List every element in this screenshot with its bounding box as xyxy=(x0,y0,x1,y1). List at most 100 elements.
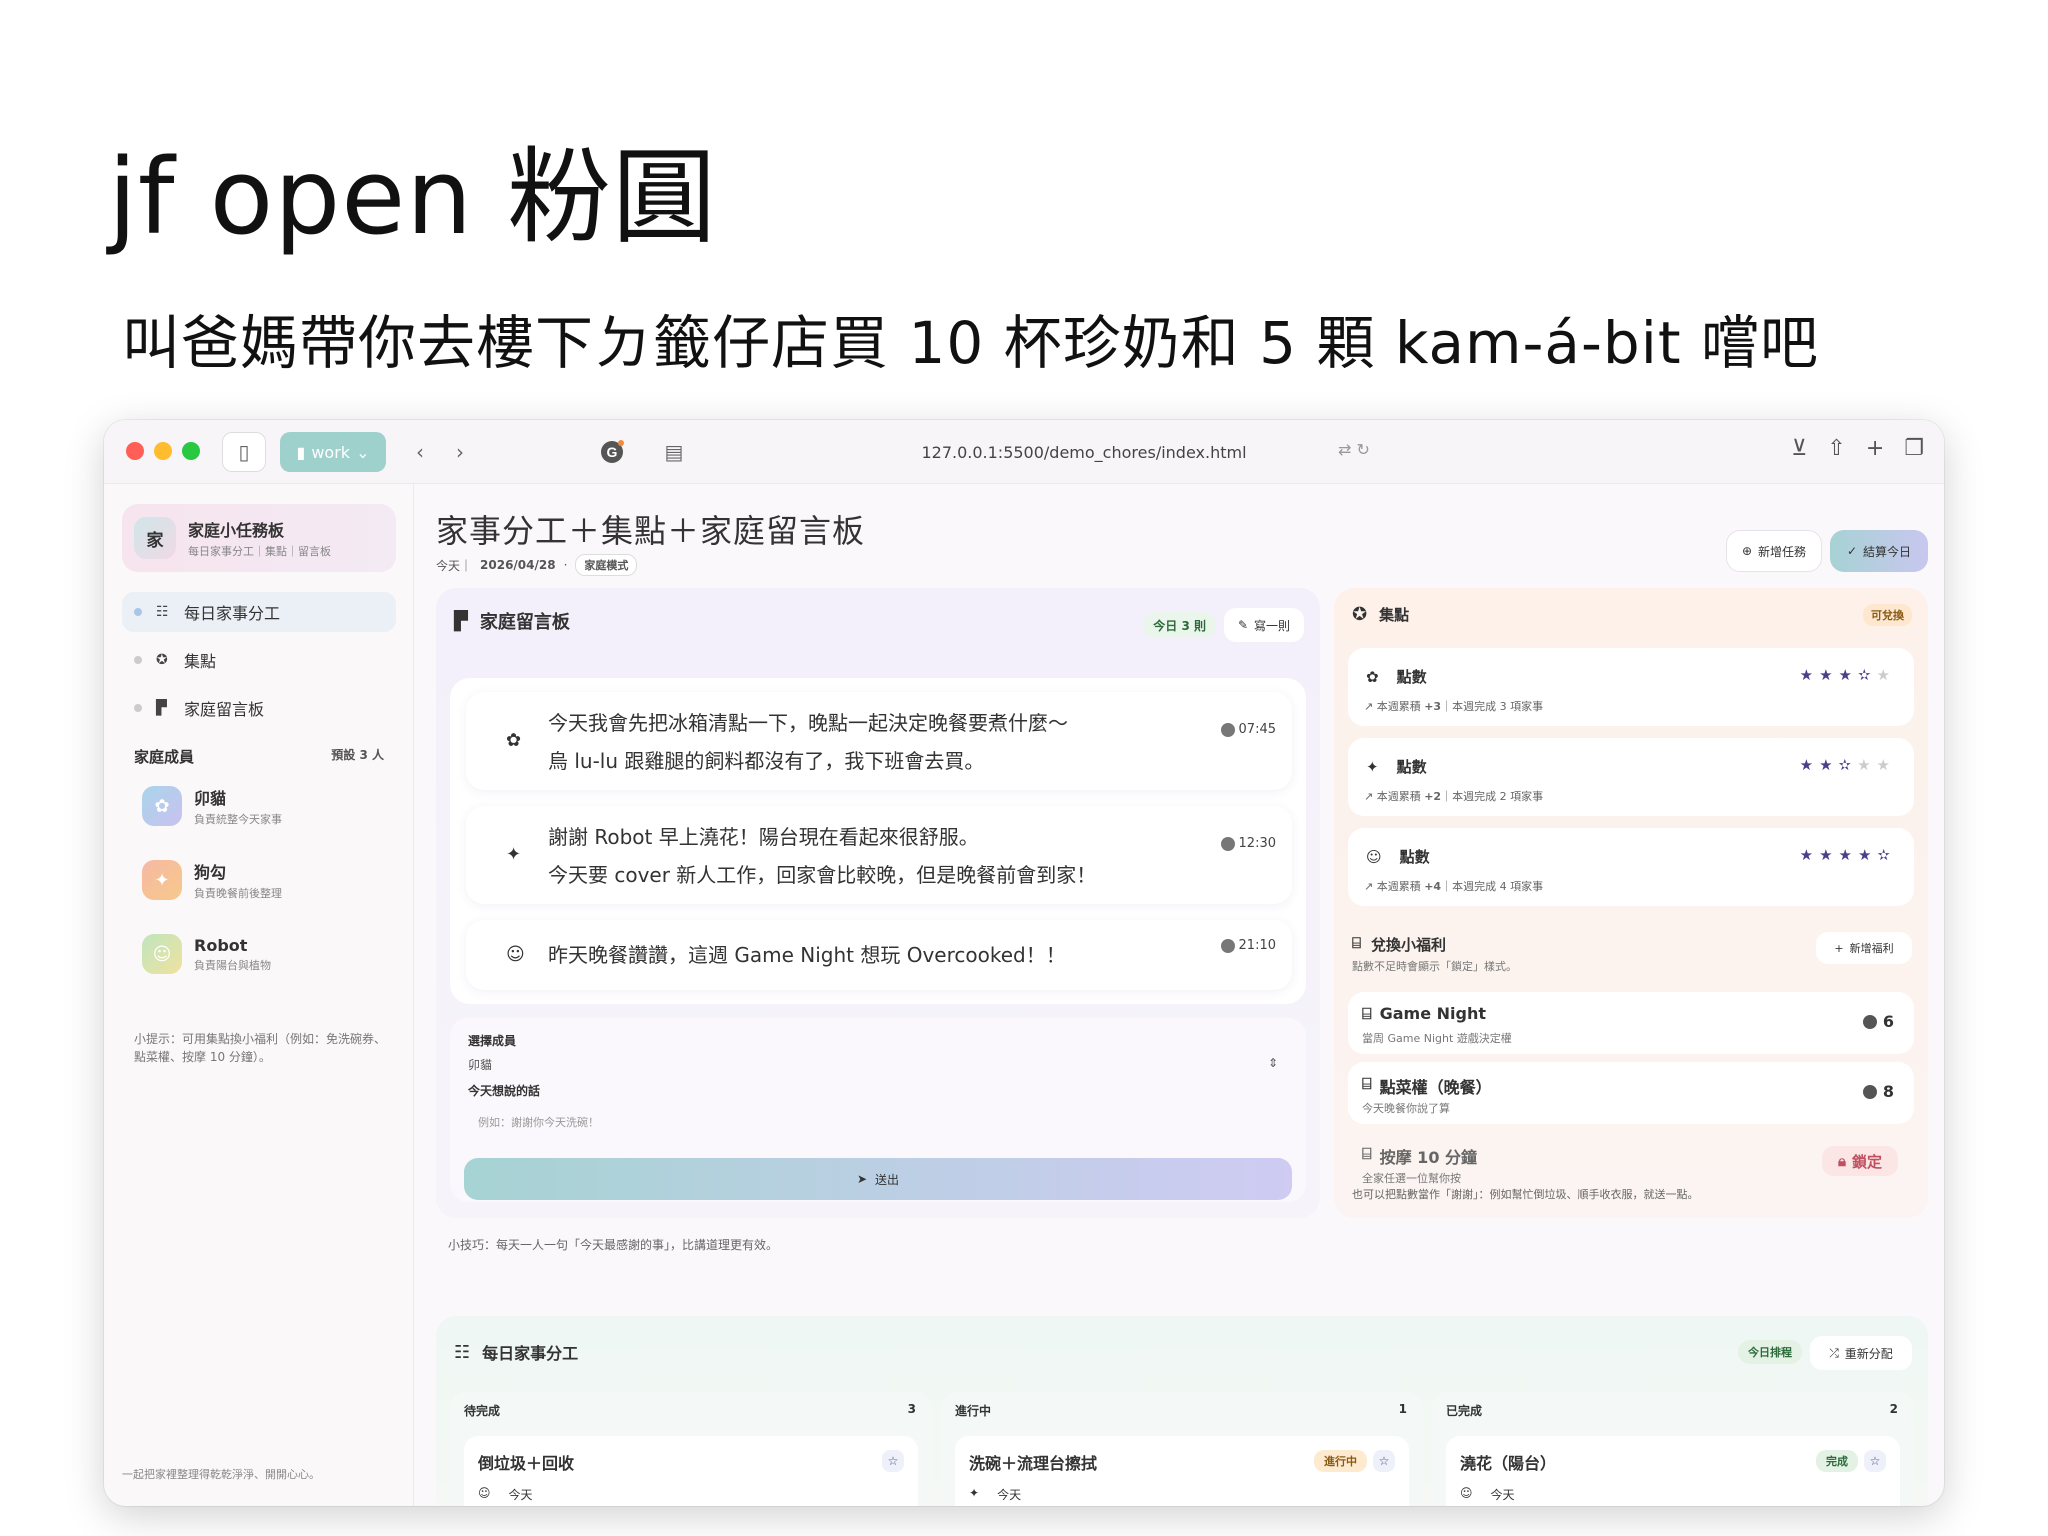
points-delta: +4 xyxy=(1424,880,1442,893)
reward-item[interactable]: ⌸ 點菜權（晚餐） 今天晚餐你說了算 8 xyxy=(1348,1062,1914,1124)
member-item[interactable]: ✿ 卯貓 負責統整今天家事 xyxy=(122,771,396,841)
message-line: 昨天晚餐讚讚，這週 Game Night 想玩 Overcooked！！ xyxy=(548,943,1066,967)
star-icon: ★ xyxy=(1799,666,1820,684)
rewards-title: 兌換小福利 xyxy=(1371,936,1447,954)
schedule-badge: 今日排程 xyxy=(1738,1340,1802,1364)
star-icon: ★ xyxy=(1819,846,1839,864)
clock-icon xyxy=(1220,722,1235,737)
points-sub-prefix: 本週累積 xyxy=(1376,790,1421,803)
settle-today-button[interactable]: ✓ 結算今日 xyxy=(1830,530,1928,572)
member-role: 負責統整今天家事 xyxy=(194,813,282,826)
points-sub-prefix: 本週累積 xyxy=(1376,880,1421,893)
task-card[interactable]: 澆花（陽台） 完成 ☆ ☺ 今天 xyxy=(1446,1436,1900,1506)
member-item[interactable]: ☺ Robot 負責陽台與植物 xyxy=(122,919,396,989)
toolbar-actions: ⊻ ⇧ + ❐ xyxy=(1791,436,1924,461)
member-role: 負責晚餐前後整理 xyxy=(194,887,282,900)
gift-icon: ⌸ xyxy=(1362,1004,1372,1023)
coin-icon: ✪ xyxy=(1352,604,1368,625)
message-input-label: 今天想說的話 xyxy=(468,1084,541,1098)
star-icon: ★ xyxy=(1857,846,1878,864)
new-tab-icon[interactable]: + xyxy=(1866,436,1884,461)
column-done: 已完成 2 澆花（陽台） 完成 ☆ ☺ 今天 xyxy=(1432,1392,1914,1506)
task-card[interactable]: 倒垃圾＋回收 ☆ ☺ 今天 xyxy=(464,1436,918,1506)
column-count: 2 xyxy=(1889,1402,1898,1416)
send-button[interactable]: ➤ 送出 xyxy=(464,1158,1292,1200)
reward-name: 點菜權（晚餐） xyxy=(1379,1078,1492,1097)
reallocate-button[interactable]: ⤮ 重新分配 xyxy=(1810,1336,1912,1370)
column-count: 1 xyxy=(1398,1402,1407,1416)
profile-name: work xyxy=(311,442,351,462)
book-icon: ▛ xyxy=(454,610,468,632)
message-time: 21:10 xyxy=(1238,938,1276,953)
message-input[interactable]: 例如：謝謝你今天洗碗！ xyxy=(468,1106,1288,1154)
send-label: 送出 xyxy=(875,1172,900,1187)
page-meta: 今天｜ 2026/04/28 · 家庭模式 xyxy=(436,554,638,576)
task-name: 澆花（陽台） xyxy=(1460,1454,1557,1473)
profile-switcher[interactable]: ▮ work ⌄ xyxy=(280,432,386,472)
tab-overview-icon[interactable]: ❐ xyxy=(1904,436,1924,461)
star-icon: ★ xyxy=(1876,756,1896,774)
plus-icon: + xyxy=(1834,941,1844,955)
message-composer: 選擇成員 卯貓 ⇕ 今天想說的話 例如：謝謝你今天洗碗！ ➤ 送出 xyxy=(450,1018,1306,1202)
paw-icon: ✿ xyxy=(142,786,182,826)
sidebar-item-points[interactable]: ✪ 集點 xyxy=(122,640,396,680)
hero-subtitle: 叫爸媽帶你去樓下ㄉ籤仔店買 10 杯珍奶和 5 顆 kam-á-bit 嚐吧 xyxy=(122,309,1820,377)
reallocate-label: 重新分配 xyxy=(1844,1346,1893,1361)
member-select[interactable]: 卯貓 ⇕ xyxy=(468,1056,1288,1073)
sidebar-item-message-board[interactable]: ▛ 家庭留言板 xyxy=(122,688,396,728)
message-board-card: ▛ 家庭留言板 今日 3 則 ✎ 寫一則 ✿ 今天我會先把冰箱清點一下，晚點一起… xyxy=(436,588,1320,1218)
points-delta: +3 xyxy=(1424,700,1442,713)
star-icon: ★ xyxy=(1799,756,1820,774)
star-icon[interactable]: ☆ xyxy=(1373,1450,1395,1472)
task-due: 今天 xyxy=(1490,1488,1515,1502)
points-label: 點數 xyxy=(1396,668,1427,686)
brand-card: 家 家庭小任務板 每日家事分工｜集點｜留言板 xyxy=(122,504,396,572)
column-todo: 待完成 3 倒垃圾＋回收 ☆ ☺ 今天 xyxy=(450,1392,932,1506)
mode-chip: 家庭模式 xyxy=(575,554,638,576)
grammar-extension-icon[interactable]: G xyxy=(592,432,632,472)
sidebar-item-daily-chores[interactable]: ☷ 每日家事分工 xyxy=(122,592,396,632)
sidebar-toggle-icon[interactable]: ▯ xyxy=(222,432,266,472)
trend-icon: ↗ xyxy=(1364,880,1377,893)
chevron-down-icon: ⌄ xyxy=(356,442,370,462)
task-name: 洗碗＋流理台擦拭 xyxy=(969,1454,1098,1473)
new-task-button[interactable]: ⊕ 新增任務 xyxy=(1726,530,1822,572)
write-message-button[interactable]: ✎ 寫一則 xyxy=(1224,608,1304,642)
star-icon: ★ xyxy=(1799,846,1820,864)
trend-icon: ↗ xyxy=(1364,790,1377,803)
gift-icon: ⌸ xyxy=(1362,1144,1372,1163)
member-item[interactable]: ✦ 狗勾 負責晚餐前後整理 xyxy=(122,845,396,915)
write-label: 寫一則 xyxy=(1254,618,1291,633)
message-time: 12:30 xyxy=(1238,836,1276,851)
shuffle-icon: ⤮ xyxy=(1829,1345,1839,1360)
close-window-button[interactable] xyxy=(126,442,144,460)
download-icon[interactable]: ⊻ xyxy=(1791,436,1807,461)
member-select-value: 卯貓 xyxy=(468,1058,493,1072)
paw-icon: ✿ xyxy=(1366,667,1379,686)
checklist-icon: ☷ xyxy=(156,604,169,620)
nav-dot xyxy=(134,656,142,664)
share-icon[interactable]: ⇧ xyxy=(1827,436,1845,461)
points-row: ☺ 點數 ↗ 本週累積 +4｜本週完成 4 項家事 ★★★★✫ xyxy=(1348,828,1914,906)
points-sub-suffix: ｜本週完成 4 項家事 xyxy=(1441,880,1544,893)
members-count: 預設 3 人 xyxy=(331,748,384,762)
points-title: 集點 xyxy=(1379,606,1410,624)
forward-icon[interactable]: › xyxy=(440,432,480,472)
star-icon: ★ xyxy=(1819,666,1839,684)
reward-item-locked: ⌸ 按摩 10 分鐘 全家任選一位幫你按 🔒︎ 鎖定 xyxy=(1348,1132,1914,1194)
lock-label: 鎖定 xyxy=(1851,1152,1882,1171)
reward-cost: 8 xyxy=(1882,1082,1894,1101)
star-icon[interactable]: ☆ xyxy=(1864,1450,1886,1472)
translate-reload-icons[interactable]: ⇄ ↻ xyxy=(1338,440,1370,459)
today-count-badge: 今日 3 則 xyxy=(1143,612,1216,638)
reader-view-icon[interactable]: ▤ xyxy=(654,432,694,472)
reward-item[interactable]: ⌸ Game Night 當周 Game Night 遊戲決定權 6 xyxy=(1348,992,1914,1054)
minimize-window-button[interactable] xyxy=(154,442,172,460)
add-reward-button[interactable]: + 新增福利 xyxy=(1816,932,1912,964)
star-icon[interactable]: ☆ xyxy=(882,1450,904,1472)
zoom-window-button[interactable] xyxy=(182,442,200,460)
back-icon[interactable]: ‹ xyxy=(400,432,440,472)
task-card[interactable]: 洗碗＋流理台擦拭 進行中 ☆ ✦ 今天 xyxy=(955,1436,1409,1506)
message-line: 今天要 cover 新人工作，回家會比較晚，但是晚餐前會到家！ xyxy=(548,863,1097,887)
rewards-note: 點數不足時會顯示「鎖定」樣式。 xyxy=(1352,960,1517,973)
